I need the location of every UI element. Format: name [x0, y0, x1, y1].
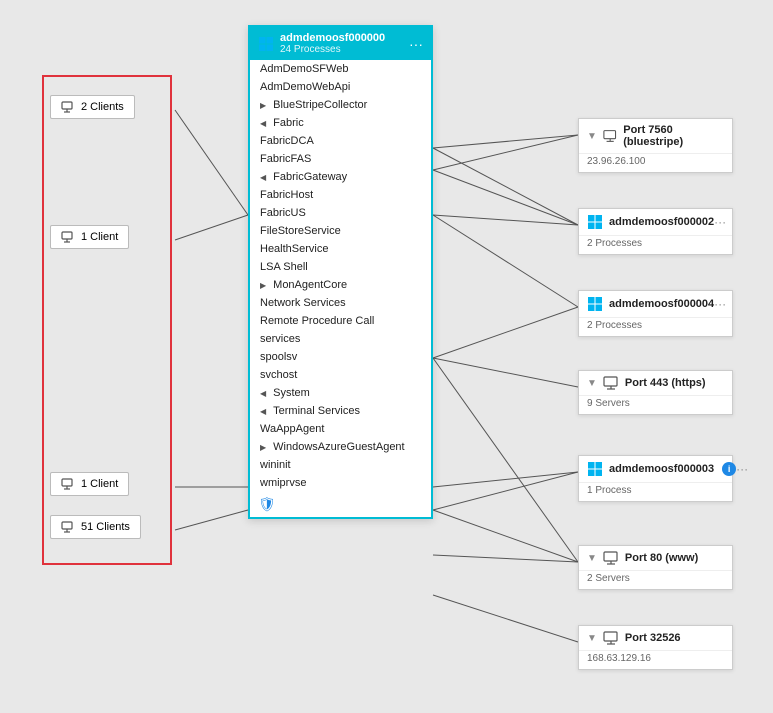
- right-node-port443[interactable]: ▼ Port 443 (https) 9 Servers: [578, 370, 733, 415]
- right-node-port80[interactable]: ▼ Port 80 (www) 2 Servers: [578, 545, 733, 590]
- process-item-16[interactable]: spoolsv: [250, 348, 431, 366]
- process-item-23[interactable]: wmiprvse: [250, 474, 431, 492]
- windows-icon: [258, 36, 274, 52]
- process-item-14[interactable]: Remote Procedure Call: [250, 312, 431, 330]
- right-node-adm002[interactable]: admdemoosf000002 ··· 2 Processes: [578, 208, 733, 255]
- node-title: admdemoosf000003: [609, 463, 714, 475]
- process-item-21[interactable]: ▶WindowsAzureGuestAgent: [250, 438, 431, 456]
- process-item-2[interactable]: ▶BlueStripeCollector: [250, 96, 431, 114]
- process-item-8[interactable]: FabricUS: [250, 204, 431, 222]
- shield-icon: 🛡: [258, 496, 276, 513]
- chevron-down-icon[interactable]: ▼: [587, 633, 597, 644]
- client-label-0: 2 Clients: [81, 101, 124, 113]
- right-node-adm003[interactable]: admdemoosf000003 i ··· 1 Process: [578, 455, 733, 502]
- info-badge: i: [722, 462, 736, 476]
- monitor-icon: [603, 376, 619, 390]
- process-item-5[interactable]: FabricFAS: [250, 150, 431, 168]
- node-title: Port 32526: [625, 632, 681, 644]
- process-item-11[interactable]: LSA Shell: [250, 258, 431, 276]
- dots-menu[interactable]: ···: [714, 297, 726, 311]
- process-item-3[interactable]: ◀Fabric: [250, 114, 431, 132]
- client-icon-0: [61, 100, 75, 114]
- chevron-down-icon[interactable]: ▼: [587, 553, 597, 564]
- chevron-down-icon[interactable]: ▼: [587, 378, 597, 389]
- process-item-13[interactable]: Network Services: [250, 294, 431, 312]
- process-item-6[interactable]: ◀FabricGateway: [250, 168, 431, 186]
- node-title: Port 7560 (bluestripe): [623, 124, 724, 148]
- process-panel-subtitle: 24 Processes: [280, 44, 385, 55]
- process-item-17[interactable]: svchost: [250, 366, 431, 384]
- process-item-4[interactable]: FabricDCA: [250, 132, 431, 150]
- client-icon-3: [61, 520, 75, 534]
- client-node-0[interactable]: 2 Clients: [50, 95, 135, 119]
- windows-icon: [587, 214, 603, 230]
- node-subtitle: 168.63.129.16: [579, 651, 732, 669]
- client-node-3[interactable]: 51 Clients: [50, 515, 141, 539]
- node-subtitle: 2 Processes: [579, 318, 732, 336]
- monitor-icon: [603, 551, 619, 565]
- process-list: AdmDemoSFWebAdmDemoWebApi▶BlueStripeColl…: [250, 60, 431, 492]
- client-icon-2: [61, 477, 75, 491]
- windows-icon: [587, 461, 603, 477]
- process-item-0[interactable]: AdmDemoSFWeb: [250, 60, 431, 78]
- process-item-18[interactable]: ◀System: [250, 384, 431, 402]
- client-icon-1: [61, 230, 75, 244]
- process-item-7[interactable]: FabricHost: [250, 186, 431, 204]
- process-item-15[interactable]: services: [250, 330, 431, 348]
- process-item-9[interactable]: FileStoreService: [250, 222, 431, 240]
- node-title: admdemoosf000004: [609, 298, 714, 310]
- node-subtitle: 2 Processes: [579, 236, 732, 254]
- process-item-22[interactable]: wininit: [250, 456, 431, 474]
- node-title: Port 80 (www): [625, 552, 698, 564]
- process-item-19[interactable]: ◀Terminal Services: [250, 402, 431, 420]
- right-node-port7560[interactable]: ▼ Port 7560 (bluestripe) 23.96.26.100: [578, 118, 733, 173]
- windows-icon: [587, 296, 603, 312]
- dots-menu[interactable]: ···: [736, 462, 748, 476]
- node-subtitle: 1 Process: [579, 483, 732, 501]
- process-panel-hostname: admdemoosf000000: [280, 32, 385, 44]
- node-subtitle: 9 Servers: [579, 396, 732, 414]
- client-label-3: 51 Clients: [81, 521, 130, 533]
- process-item-12[interactable]: ▶MonAgentCore: [250, 276, 431, 294]
- right-node-adm004[interactable]: admdemoosf000004 ··· 2 Processes: [578, 290, 733, 337]
- client-node-2[interactable]: 1 Client: [50, 472, 129, 496]
- process-item-1[interactable]: AdmDemoWebApi: [250, 78, 431, 96]
- client-label-2: 1 Client: [81, 478, 118, 490]
- node-subtitle: 23.96.26.100: [579, 154, 732, 172]
- node-subtitle: 2 Servers: [579, 571, 732, 589]
- process-item-10[interactable]: HealthService: [250, 240, 431, 258]
- node-title: Port 443 (https): [625, 377, 706, 389]
- client-node-1[interactable]: 1 Client: [50, 225, 129, 249]
- process-panel-menu[interactable]: ···: [409, 36, 423, 52]
- monitor-icon: [603, 129, 617, 143]
- main-canvas: 2 Clients 1 Client 1 Client: [0, 0, 773, 713]
- process-panel-header: admdemoosf000000 24 Processes ···: [250, 27, 431, 60]
- chevron-down-icon[interactable]: ▼: [587, 131, 597, 142]
- right-node-port32526[interactable]: ▼ Port 32526 168.63.129.16: [578, 625, 733, 670]
- dots-menu[interactable]: ···: [714, 215, 726, 229]
- node-title: admdemoosf000002: [609, 216, 714, 228]
- process-panel: admdemoosf000000 24 Processes ··· AdmDem…: [248, 25, 433, 519]
- monitor-icon: [603, 631, 619, 645]
- client-label-1: 1 Client: [81, 231, 118, 243]
- panel-bottom: 🛡: [250, 492, 431, 517]
- process-item-20[interactable]: WaAppAgent: [250, 420, 431, 438]
